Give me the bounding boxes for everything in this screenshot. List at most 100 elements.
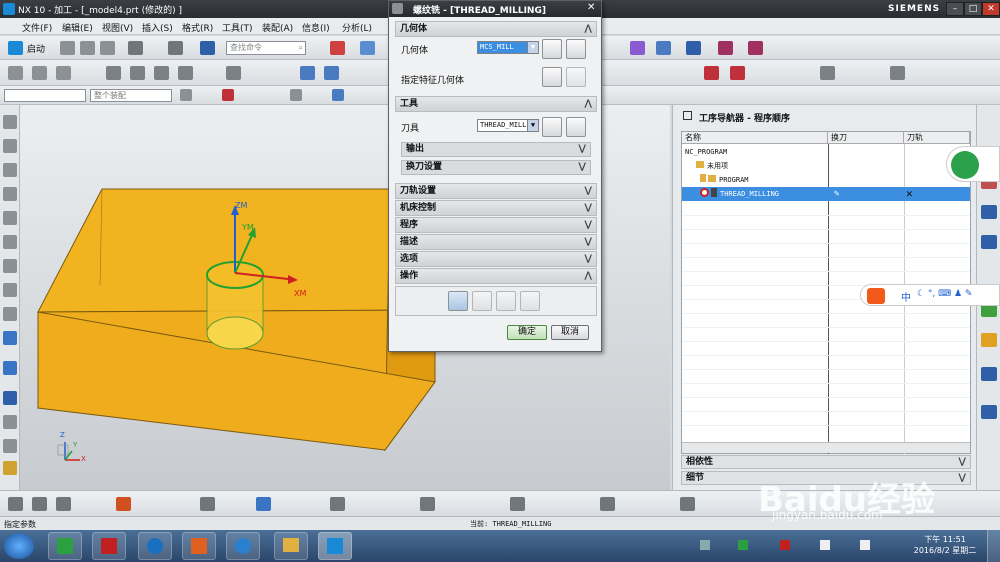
roles-icon[interactable] — [3, 187, 17, 201]
command-finder-icon[interactable] — [168, 41, 183, 55]
display-icon[interactable] — [300, 66, 315, 80]
navigator-checkbox[interactable] — [683, 111, 692, 120]
new-tool-button[interactable] — [542, 117, 562, 137]
create-geometry-icon[interactable] — [56, 66, 71, 80]
generate-toolpath-icon[interactable] — [630, 41, 645, 55]
edit-object-icon[interactable] — [106, 66, 121, 80]
measure-icon[interactable] — [3, 235, 17, 249]
chevron-down-icon[interactable]: ▼ — [527, 120, 538, 131]
section-path-settings[interactable]: 刀轨设置 ⋁ — [395, 183, 597, 199]
edit-geometry-button[interactable] — [566, 39, 586, 59]
process-icon[interactable] — [3, 361, 17, 375]
start-orb-icon[interactable] — [4, 533, 34, 559]
taskbar-app-3[interactable] — [138, 532, 172, 560]
tree-row-unused[interactable]: 未用项 — [682, 159, 970, 173]
section-view-icon[interactable] — [420, 497, 435, 511]
menu-edit[interactable]: 编辑(E) — [62, 21, 93, 34]
menu-analysis[interactable]: 分析(L) — [342, 21, 372, 34]
constraint-icon[interactable] — [3, 163, 17, 177]
chevron-down-icon[interactable]: ⋁ — [584, 252, 592, 266]
selection-tools-icon[interactable] — [680, 497, 695, 511]
feed-icon[interactable] — [981, 367, 997, 381]
start-menu-button[interactable]: 启动 — [27, 42, 45, 55]
list-toolpath-icon[interactable] — [730, 66, 745, 80]
delete-icon[interactable] — [226, 66, 241, 80]
menu-info[interactable]: 信息(I) — [302, 21, 330, 34]
chevron-up-icon[interactable]: ⋀ — [584, 22, 592, 36]
open-file-icon[interactable] — [80, 41, 95, 55]
chevron-down-icon[interactable]: ⋁ — [584, 184, 592, 198]
section-dependency[interactable]: 相依性 ⋁ — [681, 455, 971, 469]
close-button[interactable]: ✕ — [982, 2, 1000, 16]
feature-icon[interactable] — [820, 66, 835, 80]
constraint-tool-icon[interactable] — [32, 497, 47, 511]
toolpath-icon[interactable] — [704, 66, 719, 80]
postprocess-icon[interactable] — [686, 41, 701, 55]
manufacturing-wizard-icon[interactable] — [981, 405, 997, 419]
layer-settings-icon[interactable] — [256, 497, 271, 511]
operation-navigator-icon[interactable] — [981, 235, 997, 249]
taskbar-app-6[interactable] — [274, 532, 308, 560]
taskbar-app-2[interactable] — [92, 532, 126, 560]
tree-row-nc-program[interactable]: NC_PROGRAM — [682, 145, 970, 159]
dialog-title-bar[interactable]: 螺纹铣 - [THREAD_MILLING] ✕ — [389, 1, 601, 17]
create-program-icon[interactable] — [8, 66, 23, 80]
shop-docs-icon[interactable] — [718, 41, 733, 55]
replay-button[interactable] — [472, 291, 492, 311]
specify-feature-geometry-button[interactable] — [542, 67, 562, 87]
tool-select[interactable]: THREAD_MILL ▼ — [477, 119, 539, 132]
part-navigator-icon[interactable] — [3, 115, 17, 129]
verify-button[interactable] — [496, 291, 516, 311]
wcs-icon[interactable] — [510, 497, 525, 511]
color-icon[interactable] — [116, 497, 131, 511]
chevron-down-icon[interactable]: ⋁ — [584, 201, 592, 215]
list-button[interactable] — [520, 291, 540, 311]
section-geometry[interactable]: 几何体 ⋀ — [395, 21, 597, 37]
system-tray[interactable] — [700, 540, 900, 552]
section-actions[interactable]: 操作 ⋀ — [395, 268, 597, 284]
sketch-icon[interactable] — [8, 497, 23, 511]
edit-tool-button[interactable] — [566, 117, 586, 137]
input-method-bar[interactable]: 中 ☾ °, ⌨ ♟ ✎ — [860, 284, 1000, 306]
show-desktop-button[interactable] — [987, 530, 1000, 562]
chevron-down-icon[interactable]: ▼ — [527, 42, 538, 53]
menu-view[interactable]: 视图(V) — [102, 21, 133, 34]
chevron-down-icon[interactable]: ⋁ — [578, 161, 586, 174]
assembly-navigator-icon[interactable] — [3, 139, 17, 153]
render-icon[interactable] — [330, 497, 345, 511]
taskbar-app-5[interactable] — [226, 532, 260, 560]
history-icon[interactable] — [3, 211, 17, 225]
section-tool[interactable]: 工具 ⋀ — [395, 96, 597, 112]
point-snap-icon[interactable] — [290, 89, 302, 101]
subsection-tool-change[interactable]: 换刀设置 ⋁ — [401, 160, 591, 175]
reuse-icon[interactable] — [3, 283, 17, 297]
save-icon[interactable] — [100, 41, 115, 55]
column-tool-change[interactable]: 换刀 — [828, 132, 904, 144]
chevron-down-icon[interactable]: ⋁ — [584, 235, 592, 249]
undo-icon[interactable] — [128, 41, 143, 55]
menu-tools[interactable]: 工具(T) — [222, 21, 253, 34]
output-cls-icon[interactable] — [748, 41, 763, 55]
section-machine-control[interactable]: 机床控制 ⋁ — [395, 200, 597, 216]
chevron-up-icon[interactable]: ⋀ — [584, 269, 592, 283]
verify-icon[interactable] — [656, 41, 671, 55]
copy-icon[interactable] — [154, 66, 169, 80]
fit-view-icon[interactable] — [330, 41, 345, 55]
network-widget[interactable] — [946, 146, 1000, 182]
chevron-down-icon[interactable]: ⋁ — [958, 472, 966, 484]
chevron-up-icon[interactable]: ⋀ — [584, 97, 592, 111]
cut-icon[interactable] — [130, 66, 145, 80]
ok-button[interactable]: 确定 — [507, 325, 547, 340]
section-description[interactable]: 描述 ⋁ — [395, 234, 597, 250]
system-icon[interactable] — [3, 461, 17, 475]
machine-icon[interactable] — [3, 331, 17, 345]
paste-icon[interactable] — [178, 66, 193, 80]
edit-display-icon[interactable] — [200, 497, 215, 511]
print-icon[interactable] — [3, 391, 17, 405]
shading-icon[interactable] — [360, 41, 375, 55]
geometry-select[interactable]: MCS_MILL ▼ — [477, 41, 539, 54]
menu-assembly[interactable]: 装配(A) — [262, 21, 293, 34]
menu-insert[interactable]: 插入(S) — [142, 21, 173, 34]
dialog-close-icon[interactable]: ✕ — [587, 2, 595, 13]
view-icon[interactable] — [332, 89, 344, 101]
